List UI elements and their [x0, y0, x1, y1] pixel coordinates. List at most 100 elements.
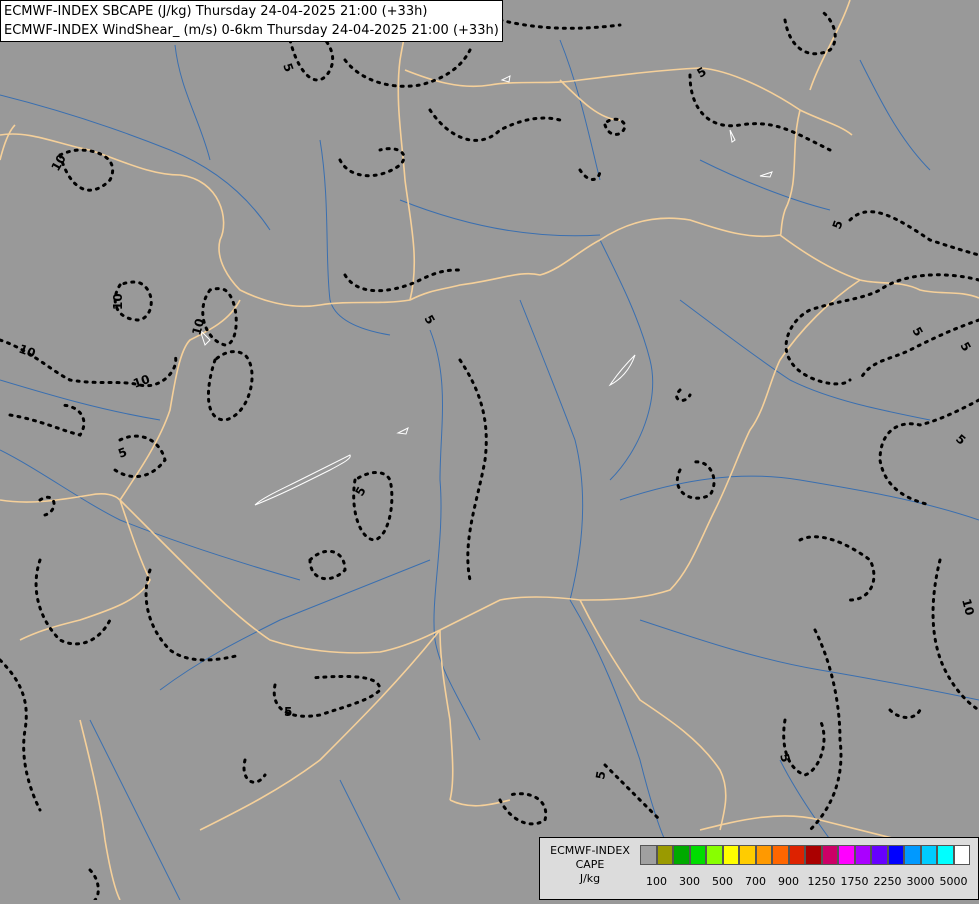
- legend-swatch: [722, 845, 739, 865]
- border: [19, 499, 151, 641]
- contour: [578, 168, 602, 181]
- contour-label: 5: [593, 770, 608, 781]
- lake-balaton: [254, 454, 351, 506]
- contour-label: 10: [111, 293, 125, 310]
- contour: [352, 471, 394, 542]
- border: [559, 79, 621, 121]
- river: [319, 139, 391, 336]
- contour: [931, 558, 979, 712]
- legend-swatch: [788, 845, 805, 865]
- legend-swatch: [640, 845, 657, 865]
- legend-variable: CAPE: [575, 858, 605, 871]
- contour-label: 5: [909, 325, 925, 339]
- legend-swatch: [755, 845, 772, 865]
- contour: [34, 558, 112, 646]
- river: [0, 94, 271, 231]
- legend-swatch: [887, 845, 904, 865]
- contour: [308, 549, 347, 581]
- legend-swatch: [689, 845, 706, 865]
- river: [679, 299, 931, 421]
- legend-swatch: [673, 845, 690, 865]
- legend-tick-label: 3000: [906, 875, 935, 888]
- lake: [500, 75, 511, 83]
- contour: [338, 147, 406, 178]
- river: [639, 619, 979, 701]
- contour-label: 5: [695, 64, 709, 80]
- contour-label: 5: [957, 340, 973, 354]
- lakes-layer: [199, 75, 773, 506]
- legend-tick-label: 100: [646, 875, 667, 888]
- contour-label: 5: [830, 218, 846, 231]
- legend-swatch: [854, 845, 871, 865]
- legend-unit: J/kg: [579, 872, 601, 885]
- contour: [88, 868, 100, 902]
- lake: [608, 354, 636, 387]
- contour: [675, 388, 692, 402]
- contour-label: 5: [284, 705, 292, 719]
- legend-swatch: [821, 845, 838, 865]
- contour: [428, 108, 562, 142]
- contour: [343, 268, 462, 293]
- contour-label: 10: [959, 597, 977, 617]
- contour: [0, 658, 42, 812]
- legend-swatch: [953, 845, 970, 865]
- border: [199, 629, 441, 831]
- contour-label: 5: [280, 61, 296, 74]
- river: [699, 159, 831, 211]
- river: [619, 475, 979, 521]
- border: [579, 599, 727, 831]
- border: [779, 234, 979, 299]
- contour: [888, 708, 922, 719]
- legend-title: ECMWF-INDEX: [550, 844, 630, 857]
- lake: [729, 129, 736, 143]
- border: [0, 133, 781, 308]
- map-canvas: 5 10 10 10 10 10 5 5 5 5 5 5 5 5 5 5 10 …: [0, 0, 979, 902]
- contour: [808, 628, 843, 832]
- river: [569, 599, 666, 841]
- contour-label: 10: [189, 317, 207, 337]
- legend-tick-label: 1250: [807, 875, 836, 888]
- river: [429, 329, 481, 741]
- contour-label: 10: [131, 372, 151, 391]
- contour: [878, 398, 979, 507]
- contour: [603, 117, 627, 136]
- weather-map: 5 10 10 10 10 10 5 5 5 5 5 5 5 5 5 5 10 …: [0, 0, 979, 902]
- legend-swatch: [706, 845, 723, 865]
- legend-swatch: [739, 845, 756, 865]
- contour: [798, 535, 876, 602]
- contour: [242, 758, 267, 784]
- legend-swatch: [772, 845, 789, 865]
- legend-tick-label: 2250: [873, 875, 902, 888]
- contour: [201, 287, 238, 347]
- contour: [603, 763, 662, 822]
- legend-swatch: [920, 845, 937, 865]
- river: [599, 239, 654, 481]
- contour: [144, 568, 242, 662]
- contour: [343, 48, 472, 88]
- legend-swatch: [838, 845, 855, 865]
- contour-label: 5: [116, 445, 129, 461]
- legend-tick-label: 500: [712, 875, 733, 888]
- legend-tick-label: 900: [778, 875, 799, 888]
- river: [339, 779, 401, 901]
- contour: [675, 460, 716, 500]
- contour: [783, 8, 837, 56]
- contour-label: 5: [953, 432, 968, 448]
- border: [404, 67, 853, 136]
- border: [0, 493, 121, 503]
- legend-label: ECMWF-INDEX CAPE J/kg: [544, 844, 636, 886]
- legend-tick-label: 300: [679, 875, 700, 888]
- contour: [848, 210, 979, 257]
- rivers-layer: [0, 39, 979, 901]
- map-title-box: ECMWF-INDEX SBCAPE (J/kg) Thursday 24-04…: [0, 0, 503, 42]
- contour: [206, 350, 254, 422]
- border: [809, 0, 851, 91]
- border: [439, 629, 454, 801]
- border: [79, 719, 121, 901]
- legend-swatch: [904, 845, 921, 865]
- legend-tick-label: 700: [745, 875, 766, 888]
- cape-legend: ECMWF-INDEX CAPE J/kg 100 300 500 700 900 125…: [539, 837, 979, 900]
- river: [89, 719, 181, 901]
- contour: [58, 148, 115, 192]
- lake: [396, 427, 409, 435]
